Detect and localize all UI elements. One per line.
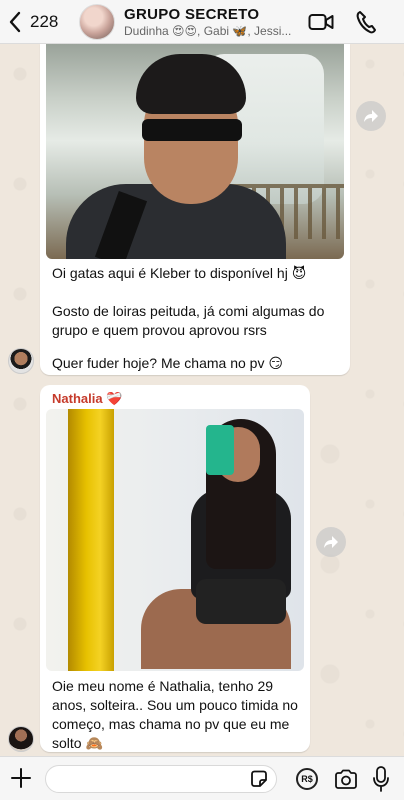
phone-icon[interactable] xyxy=(355,10,377,34)
unread-count: 228 xyxy=(30,12,59,31)
sender-emoji: ❤️‍🩹 xyxy=(106,391,123,406)
chat-header: 228 GRUPO SECRETO Dudinha 😍😍, Gabi 🦋, Je… xyxy=(0,0,404,44)
plus-icon[interactable] xyxy=(10,767,32,789)
message-bubble[interactable]: Nathalia ❤️‍🩹 Oie meu nome é Nathalia, t… xyxy=(40,385,310,752)
forward-button[interactable] xyxy=(356,101,386,131)
group-avatar[interactable] xyxy=(79,4,115,40)
forward-button[interactable] xyxy=(316,527,346,557)
forward-icon xyxy=(364,110,378,122)
group-title[interactable]: GRUPO SECRETO xyxy=(124,6,259,23)
microphone-icon[interactable] xyxy=(372,766,390,792)
sender-name[interactable]: Nathalia ❤️‍🩹 xyxy=(52,391,122,407)
message-photo[interactable] xyxy=(46,409,304,671)
video-camera-icon[interactable] xyxy=(308,11,334,33)
sender-avatar[interactable] xyxy=(8,348,34,374)
chevron-left-icon xyxy=(9,11,21,33)
sticker-icon[interactable] xyxy=(249,769,269,789)
message-text-line: Oi gatas aqui é Kleber to disponível hj … xyxy=(52,265,307,281)
back-button[interactable]: 228 xyxy=(8,8,58,36)
message-text: Oie meu nome é Nathalia, tenho 29 anos, … xyxy=(52,678,298,751)
message-text-line: Gosto de loiras peituda, já comi algumas… xyxy=(52,303,325,338)
message-input[interactable] xyxy=(45,765,277,793)
sender-avatar[interactable] xyxy=(8,726,34,752)
message-bubble[interactable]: Oi gatas aqui é Kleber to disponível hj … xyxy=(40,44,350,375)
composer-bar: R$ xyxy=(0,756,404,800)
message-text-line: Quer fuder hoje? Me chama no pv 😏 xyxy=(52,355,283,371)
group-members[interactable]: Dudinha 😍😍, Gabi 🦋, Jessi... xyxy=(124,24,299,38)
payment-icon[interactable]: R$ xyxy=(296,768,318,790)
message-photo[interactable] xyxy=(46,44,344,259)
forward-icon xyxy=(324,536,338,548)
camera-icon[interactable] xyxy=(334,769,358,789)
